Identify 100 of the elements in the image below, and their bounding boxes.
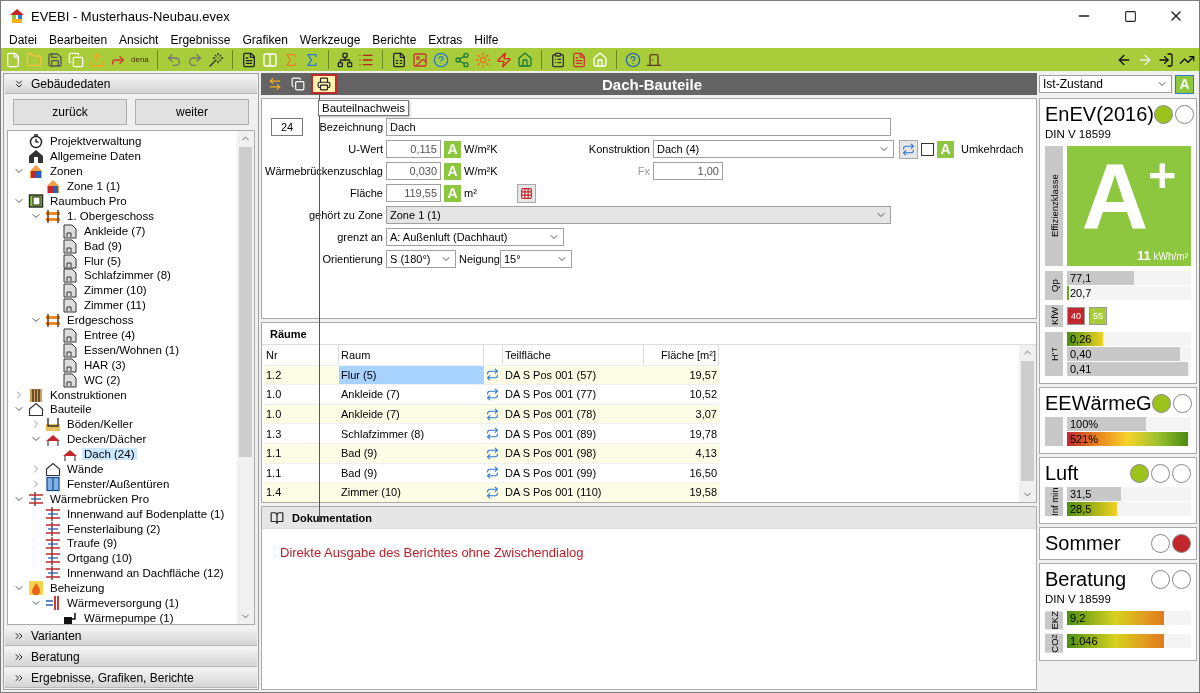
- tree-item[interactable]: Raumbuch Pro: [48, 195, 129, 207]
- tree-item[interactable]: HAR (3): [82, 358, 128, 371]
- house-icon[interactable]: [516, 51, 533, 68]
- spreadsheet-icon[interactable]: [390, 51, 407, 68]
- tree-item[interactable]: Ankleide (7): [82, 224, 148, 237]
- table-cell[interactable]: Ankleide (7): [339, 403, 484, 424]
- tree-item[interactable]: Zonen: [48, 165, 85, 178]
- tree-item[interactable]: Dach (24): [82, 448, 137, 461]
- menu-item[interactable]: Bearbeiten: [43, 32, 114, 47]
- tree-item[interactable]: Entree (4): [82, 329, 138, 341]
- tree-item[interactable]: Decken/Dächer: [65, 433, 149, 446]
- sun-icon[interactable]: [474, 51, 491, 68]
- tree-item[interactable]: Schlafzimmer (8): [82, 269, 173, 282]
- clipboard-icon[interactable]: [549, 51, 566, 68]
- tree-item[interactable]: Wände: [65, 463, 106, 476]
- tree-item[interactable]: 1. Obergeschoss: [65, 209, 156, 222]
- column-header[interactable]: Raum: [339, 345, 484, 365]
- section-header[interactable]: Beratung: [5, 648, 257, 667]
- swap-icon[interactable]: [486, 368, 499, 382]
- enter-icon[interactable]: [1158, 51, 1174, 68]
- document-icon[interactable]: [240, 51, 257, 68]
- tree-item[interactable]: Bauteile: [48, 403, 94, 416]
- tree-item[interactable]: Zimmer (11): [82, 299, 148, 312]
- toolbar-label[interactable]: dena: [131, 55, 149, 64]
- save-icon[interactable]: [47, 51, 63, 68]
- column-header[interactable]: Nr: [264, 345, 339, 365]
- table-cell[interactable]: Zimmer (10): [339, 482, 484, 502]
- menu-item[interactable]: Datei: [3, 32, 43, 47]
- scrollbar[interactable]: [1019, 345, 1036, 502]
- swap-icon[interactable]: [486, 427, 499, 441]
- tree-item[interactable]: Beheizung: [48, 582, 107, 595]
- house-icon[interactable]: [591, 51, 608, 68]
- swap-icon[interactable]: [486, 466, 499, 480]
- tree-item[interactable]: Bad (9): [82, 239, 124, 252]
- tree-item[interactable]: Traufe (9): [65, 537, 120, 550]
- tree-item[interactable]: Erdgeschoss: [65, 314, 136, 327]
- orientation-dropdown[interactable]: S (180°): [386, 250, 456, 268]
- tree-item[interactable]: Flur (5): [82, 254, 124, 267]
- name-field[interactable]: Dach: [386, 118, 891, 136]
- menu-item[interactable]: Berichte: [366, 32, 423, 47]
- tree-item[interactable]: Projektverwaltung: [48, 135, 144, 148]
- swap-icon[interactable]: [486, 485, 499, 499]
- adjacent-dropdown[interactable]: A: Außenluft (Dachhaut): [386, 228, 564, 246]
- chevrons-right-icon[interactable]: [13, 651, 25, 663]
- construction-dropdown[interactable]: Dach (4): [653, 140, 894, 158]
- area-field[interactable]: 119,55: [386, 184, 441, 202]
- u-value-field[interactable]: 0,115: [386, 140, 441, 158]
- swap-icon[interactable]: [486, 446, 499, 460]
- chevrons-down-icon[interactable]: [13, 78, 25, 90]
- tree-item[interactable]: Allgemeine Daten: [48, 150, 143, 163]
- file-icon[interactable]: [5, 51, 21, 68]
- tree-item[interactable]: WC (2): [82, 373, 123, 386]
- state-dropdown[interactable]: Ist-Zustand: [1039, 75, 1172, 93]
- tree-item[interactable]: Wärmepumpe (1): [82, 611, 176, 624]
- tool-button[interactable]: [311, 74, 337, 94]
- menu-item[interactable]: Ansicht: [113, 32, 165, 47]
- tree-item[interactable]: Fensterlaibung (2): [65, 522, 163, 535]
- tree-item[interactable]: Innenwand auf Bodenplatte (1): [65, 507, 227, 520]
- nav-button[interactable]: weiter: [135, 99, 249, 125]
- wand-icon[interactable]: [207, 51, 224, 68]
- swap-icon[interactable]: [486, 407, 499, 421]
- menu-item[interactable]: Hilfe: [468, 32, 505, 47]
- inclination-dropdown[interactable]: 15°: [500, 250, 572, 268]
- chevrons-right-icon[interactable]: [13, 672, 25, 684]
- menu-item[interactable]: Werkzeuge: [293, 32, 367, 47]
- tree-item[interactable]: Wärmeversorgung (1): [65, 597, 181, 610]
- column-header[interactable]: Teilfläche: [503, 345, 644, 365]
- help-icon[interactable]: [432, 51, 449, 68]
- number-field[interactable]: 24: [271, 118, 303, 136]
- table-cell[interactable]: Flur (5): [339, 364, 484, 385]
- tree-item[interactable]: Essen/Wohnen (1): [82, 343, 182, 356]
- door-icon[interactable]: [645, 51, 662, 68]
- undo-icon[interactable]: [165, 51, 182, 68]
- chevrons-right-icon[interactable]: [13, 630, 25, 642]
- tree-item[interactable]: Zimmer (10): [82, 284, 149, 297]
- table-cell: DA S Pos 001 (57): [503, 364, 644, 385]
- menu-item[interactable]: Ergebnisse: [164, 32, 237, 47]
- swap-icon[interactable]: [486, 388, 499, 401]
- table-cell[interactable]: Schlafzimmer (8): [339, 423, 484, 443]
- lightning-icon[interactable]: [495, 51, 512, 68]
- tree-item[interactable]: Fenster/Außentüren: [65, 477, 172, 490]
- tree-item[interactable]: Innenwand an Dachfläche (12): [65, 567, 226, 580]
- tree-item[interactable]: Konstruktionen: [48, 388, 129, 401]
- checkbox[interactable]: [921, 142, 934, 156]
- scrollbar[interactable]: [237, 131, 254, 624]
- thermal-bridge-field[interactable]: 0,030: [386, 162, 441, 180]
- tree-item[interactable]: Wärmebrücken Pro: [48, 492, 152, 505]
- printer-icon[interactable]: [317, 77, 331, 91]
- column-header[interactable]: Fläche [m²]: [644, 345, 719, 365]
- share-icon[interactable]: [453, 51, 470, 68]
- menu-item[interactable]: Extras: [422, 32, 469, 47]
- tree-item[interactable]: Zone 1 (1): [65, 180, 123, 193]
- tree-item[interactable]: Ortgang (10): [65, 552, 135, 565]
- maximize-icon[interactable]: [1123, 9, 1137, 23]
- table-cell[interactable]: Bad (9): [339, 442, 484, 463]
- network-icon[interactable]: [336, 51, 353, 68]
- tree-item[interactable]: Böden/Keller: [65, 418, 135, 431]
- menu-item[interactable]: Grafiken: [236, 32, 294, 47]
- nav-button[interactable]: zurück: [13, 99, 127, 125]
- help-icon[interactable]: [624, 51, 641, 68]
